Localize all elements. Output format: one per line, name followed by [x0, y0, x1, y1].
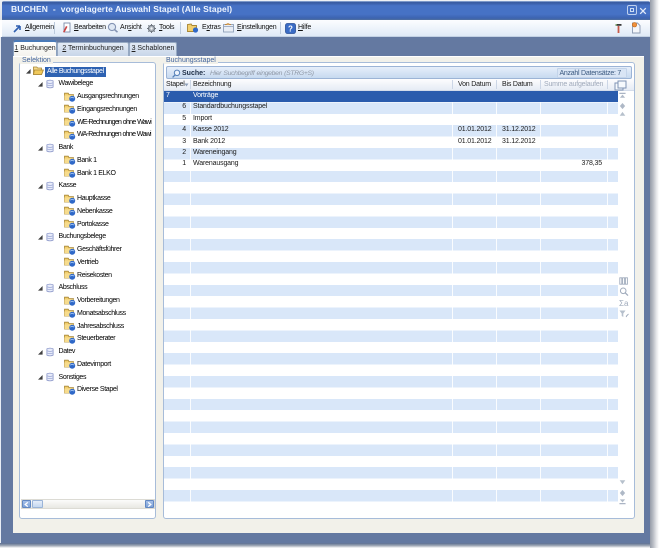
svg-text:Σa: Σa: [619, 299, 629, 307]
svg-text:?: ?: [288, 24, 293, 33]
